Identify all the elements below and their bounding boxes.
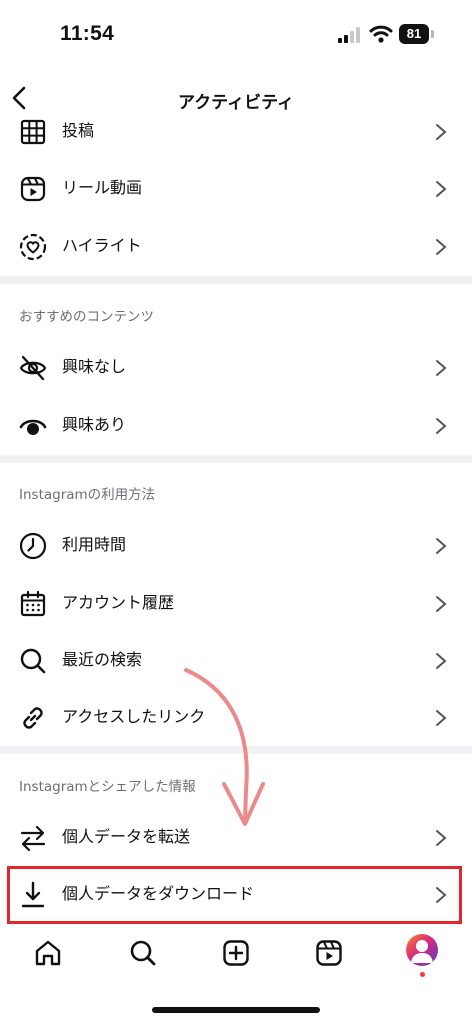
row-reels[interactable]: リール動画 (0, 160, 472, 217)
battery-icon: 81 (399, 24, 435, 44)
row-label: 最近の検索 (62, 650, 143, 669)
chevron-right-icon (436, 124, 447, 140)
chevron-right-icon (436, 239, 447, 255)
row-label: 投稿 (62, 121, 95, 140)
annotation-arrow (184, 668, 265, 826)
row-label: アカウント履歴 (62, 593, 175, 612)
row-label: リール動画 (62, 178, 143, 197)
row-label: 興味なし (62, 357, 127, 376)
wifi-icon (369, 25, 393, 43)
section-divider (0, 455, 472, 463)
chevron-right-icon (436, 418, 447, 434)
row-label: ハイライト (62, 236, 142, 255)
battery-level: 81 (399, 24, 429, 44)
row-label: 興味あり (62, 415, 127, 434)
home-indicator (152, 1007, 320, 1013)
create-icon[interactable] (221, 938, 251, 968)
transfer-icon (20, 825, 46, 852)
chevron-right-icon (436, 596, 447, 612)
chevron-right-icon (436, 653, 447, 669)
chevron-right-icon (436, 830, 447, 846)
notification-dot (420, 972, 425, 977)
calendar-icon (20, 590, 46, 617)
profile-avatar[interactable] (406, 934, 438, 966)
reels-icon[interactable] (314, 938, 344, 968)
section-header: おすすめのコンテンツ (19, 309, 154, 325)
row-account-history[interactable]: アカウント履歴 (0, 575, 472, 632)
eye-off-icon (19, 355, 47, 381)
highlight-box (7, 866, 462, 924)
search-icon (20, 648, 46, 674)
chevron-right-icon (436, 538, 447, 554)
grid-icon (20, 119, 46, 145)
search-icon[interactable] (128, 938, 158, 968)
clock-icon (19, 532, 47, 560)
chevron-right-icon (436, 710, 447, 726)
tab-bar (0, 930, 472, 990)
section-header: Instagramの利用方法 (19, 487, 156, 503)
section-divider (0, 276, 472, 284)
status-time: 11:54 (60, 22, 115, 45)
row-not-interested[interactable]: 興味なし (0, 339, 472, 396)
home-icon[interactable] (33, 938, 63, 968)
reels-icon (20, 176, 46, 202)
row-highlights[interactable]: ハイライト (0, 218, 472, 275)
profile-silhouette-icon (411, 940, 433, 963)
row-label: 利用時間 (62, 535, 127, 554)
highlight-icon (19, 233, 47, 261)
link-icon (23, 707, 43, 729)
row-posts[interactable]: 投稿 (0, 103, 472, 160)
row-interested[interactable]: 興味あり (0, 397, 472, 454)
chevron-right-icon (436, 181, 447, 197)
chevron-right-icon (436, 360, 447, 376)
row-time-spent[interactable]: 利用時間 (0, 517, 472, 574)
eye-icon (19, 419, 47, 435)
cellular-signal-icon (338, 27, 360, 43)
status-bar: 11:54 81 (0, 0, 472, 72)
